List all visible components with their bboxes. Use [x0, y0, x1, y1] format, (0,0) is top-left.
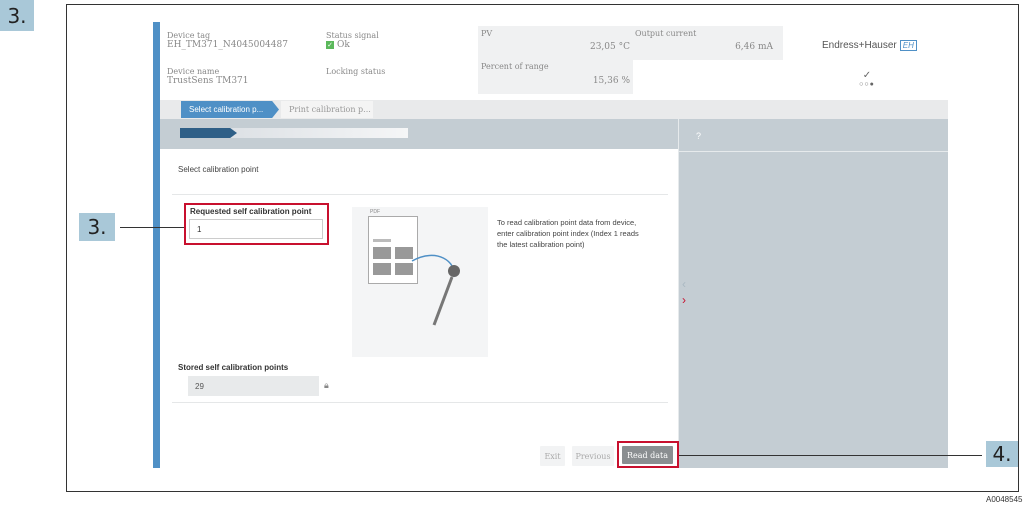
chevron-left-icon[interactable]: ‹: [682, 277, 686, 291]
sensor-icon: [411, 254, 460, 326]
requested-input[interactable]: 1: [189, 219, 323, 239]
brand-logo: Endress+Hauser EH: [822, 40, 917, 51]
pv-label: PV: [481, 29, 493, 38]
calibration-illustration: PDF: [352, 207, 488, 357]
requested-input-value: 1: [197, 224, 202, 234]
percent-label: Percent of range: [481, 62, 549, 71]
chevron-right-icon[interactable]: ›: [682, 293, 686, 307]
output-value: 6,46 mA: [735, 42, 773, 52]
callout-3-line: [120, 227, 184, 228]
output-box: Output current 6,46 mA: [633, 26, 783, 60]
device-name-label: Device name: [167, 67, 220, 76]
app-left-bar: [153, 22, 160, 468]
stored-value: 29: [195, 381, 204, 391]
device-tag-value: EH_TM371_N4045004487: [167, 40, 288, 50]
pv-value: 23,05 °C: [589, 42, 630, 52]
percent-value: 15,36 %: [592, 76, 630, 86]
progress-fill: [180, 128, 237, 138]
device-tag-label: Device tag: [167, 31, 211, 40]
callout-4-label: 4.: [992, 442, 1012, 466]
locking-status-label: Locking status: [326, 67, 386, 76]
percent-box: Percent of range 15,36 %: [478, 60, 633, 94]
divider-bottom: [172, 402, 668, 403]
lock-icon: 🔒︎: [324, 380, 329, 390]
page-title: Select calibration point: [178, 165, 259, 174]
tab-print-calibration[interactable]: Print calibration p...: [281, 101, 373, 118]
stored-label: Stored self calibration points: [178, 363, 289, 372]
help-text: To read calibration point data from devi…: [497, 218, 639, 249]
step-badge-label: 3.: [7, 3, 27, 28]
brand-mark-icon: EH: [899, 40, 917, 51]
help-panel: ?: [678, 119, 948, 468]
stored-field: 29: [188, 376, 319, 396]
previous-button[interactable]: Previous: [572, 446, 614, 466]
callout-4: 4.: [986, 441, 1018, 467]
previous-button-label: Previous: [575, 451, 611, 461]
read-data-button-label: Read data: [626, 450, 669, 460]
read-data-button[interactable]: Read data: [622, 446, 673, 464]
device-name-value: TrustSens TM371: [167, 76, 249, 86]
figure-code: A0048545: [986, 495, 1023, 504]
help-panel-title: ?: [696, 131, 702, 141]
pv-box: PV 23,05 °C: [478, 26, 633, 60]
callout-4-line: [679, 455, 982, 456]
header-status: Status signal ✓ Ok: [326, 31, 379, 50]
status-label: Status signal: [326, 31, 379, 40]
tab-print-calibration-label: Print calibration p...: [289, 105, 371, 114]
requested-label: Requested self calibration point: [190, 207, 312, 216]
tab-select-calibration[interactable]: Select calibration p...: [181, 101, 279, 118]
callout-3: 3.: [79, 213, 115, 241]
callout-3-label: 3.: [87, 215, 107, 239]
step-badge: 3.: [0, 0, 34, 31]
status-ok-icon[interactable]: ✓ ○○●: [858, 71, 876, 89]
output-label: Output current: [635, 29, 697, 38]
exit-button-label: Exit: [544, 451, 561, 461]
header-device-tag: Device tag EH_TM371_N4045004487: [167, 31, 288, 50]
divider-top: [172, 194, 668, 195]
tab-select-calibration-label: Select calibration p...: [189, 105, 264, 114]
status-value: Ok: [337, 40, 350, 50]
header-device-name: Device name TrustSens TM371: [167, 67, 249, 86]
brand-name: Endress+Hauser: [822, 40, 897, 51]
exit-button[interactable]: Exit: [540, 446, 565, 466]
ok-check-icon: ✓: [326, 41, 334, 49]
